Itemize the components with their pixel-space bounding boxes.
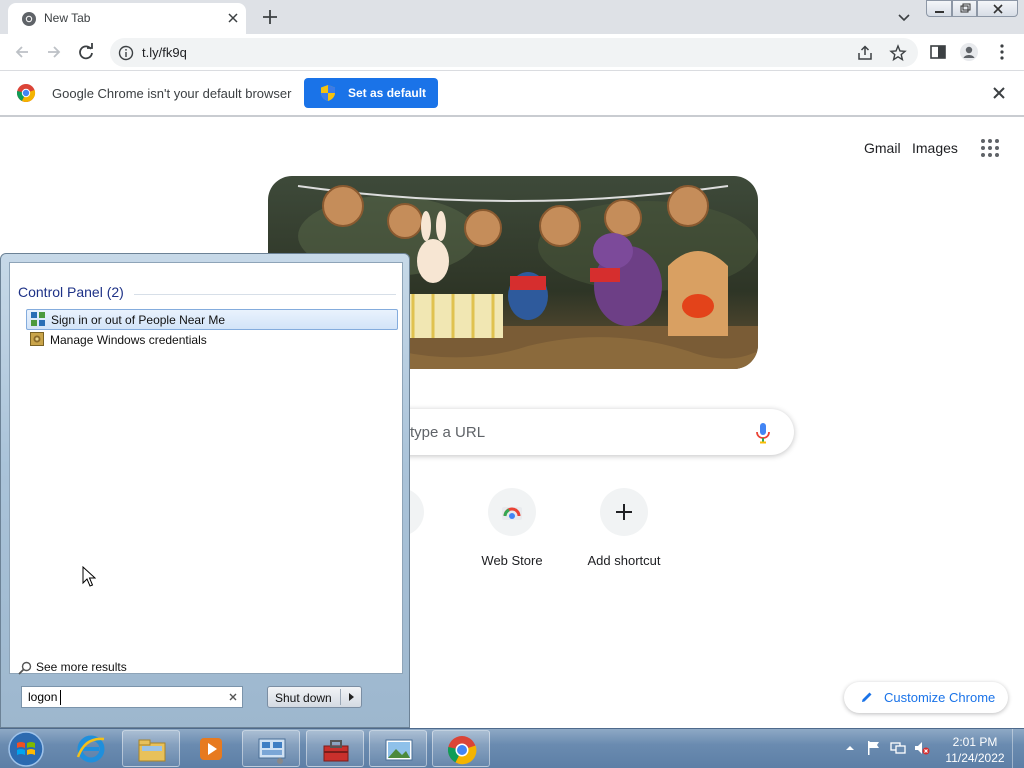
customize-chrome-button[interactable]: Customize Chrome (844, 682, 1008, 713)
chrome-menu-icon[interactable] (992, 42, 1012, 62)
volume-muted-icon[interactable] (914, 740, 930, 756)
media-player-icon (200, 738, 222, 760)
credential-manager-icon (30, 332, 44, 346)
tab-strip: New Tab (0, 0, 1024, 34)
search-input-value: logon (28, 690, 58, 704)
set-as-default-button[interactable]: Set as default (304, 78, 438, 108)
start-orb-icon[interactable] (6, 730, 46, 768)
google-apps-grid-icon[interactable] (980, 138, 1000, 158)
forward-arrow-icon[interactable] (44, 42, 64, 62)
show-desktop-button[interactable] (1012, 729, 1024, 768)
customize-chrome-label: Customize Chrome (884, 690, 996, 705)
web-store-icon (502, 507, 522, 520)
minimize-button[interactable] (926, 0, 952, 17)
group-divider (134, 294, 396, 295)
window-controls (926, 0, 1018, 18)
taskbar-google-chrome[interactable] (432, 730, 490, 767)
text-caret (60, 690, 61, 705)
shortcut-tile-web-store[interactable] (488, 488, 536, 536)
browser-toolbar: t.ly/fk9q (0, 34, 1024, 71)
show-hidden-icons-arrow-icon[interactable] (845, 743, 855, 753)
tab-new-tab[interactable]: New Tab (8, 3, 246, 34)
taskbar-internet-explorer[interactable] (62, 730, 120, 767)
action-center-flag-icon[interactable] (866, 740, 882, 756)
chrome-favicon-icon (22, 12, 36, 26)
taskbar-toolbox-app[interactable] (306, 730, 364, 767)
windows-taskbar: 2:01 PM 11/24/2022 (0, 728, 1024, 768)
start-menu-results-panel: Control Panel (2) Sign in or out of Peop… (9, 262, 403, 675)
clock-date[interactable]: 11/24/2022 (940, 751, 1010, 765)
reload-icon[interactable] (76, 42, 96, 62)
default-browser-infobar: Google Chrome isn't your default browser… (0, 71, 1024, 117)
pencil-icon (862, 692, 872, 702)
clock-time[interactable]: 2:01 PM (950, 735, 1000, 749)
picture-icon (385, 739, 413, 761)
bookmark-star-icon[interactable] (889, 44, 907, 62)
result-people-near-me[interactable]: Sign in or out of People Near Me (26, 309, 398, 330)
url-text[interactable]: t.ly/fk9q (142, 45, 187, 60)
search-magnifier-icon (18, 661, 32, 675)
folder-icon (138, 739, 166, 762)
start-menu: Control Panel (2) Sign in or out of Peop… (0, 253, 410, 728)
share-icon[interactable] (856, 44, 874, 62)
result-label: Sign in or out of People Near Me (51, 313, 226, 327)
chrome-logo-icon (16, 84, 36, 102)
close-window-icon (993, 4, 1003, 14)
profile-avatar-icon[interactable] (959, 42, 979, 62)
network-icon[interactable] (890, 740, 906, 756)
address-bar[interactable]: t.ly/fk9q (110, 38, 918, 67)
add-shortcut-label[interactable]: Add shortcut (568, 553, 680, 568)
internet-explorer-icon (76, 735, 105, 763)
shutdown-options-arrow-icon[interactable] (346, 692, 356, 702)
back-arrow-icon[interactable] (12, 42, 32, 62)
start-search-input[interactable]: logon (21, 686, 243, 708)
new-tab-plus-icon[interactable] (259, 6, 281, 28)
control-panel-icon (258, 738, 286, 764)
result-windows-credentials[interactable]: Manage Windows credentials (26, 330, 398, 351)
result-label: Manage Windows credentials (50, 333, 207, 347)
search-placeholder: type a URL (410, 424, 486, 441)
tab-close-icon[interactable] (224, 9, 242, 27)
tab-title: New Tab (44, 11, 91, 25)
site-info-icon[interactable] (118, 45, 134, 61)
taskbar-image-viewer[interactable] (369, 730, 427, 767)
close-window-button[interactable] (977, 0, 1018, 17)
restore-button[interactable] (952, 0, 977, 17)
voice-search-mic-icon[interactable] (755, 422, 771, 444)
taskbar-file-explorer[interactable] (122, 730, 180, 767)
side-panel-icon[interactable] (928, 42, 948, 62)
add-plus-icon (616, 504, 632, 520)
toolbox-icon (323, 740, 349, 762)
add-shortcut-tile[interactable] (600, 488, 648, 536)
shortcut-label-web-store[interactable]: Web Store (456, 553, 568, 568)
shut-down-label: Shut down (275, 691, 332, 705)
images-link[interactable]: Images (912, 140, 958, 156)
infobar-close-icon[interactable] (990, 84, 1008, 102)
minimize-icon (935, 11, 944, 13)
tab-search-chevron-icon[interactable] (895, 8, 913, 26)
shutdown-divider (340, 689, 341, 705)
shut-down-button[interactable]: Shut down (267, 686, 362, 708)
control-panel-group-header[interactable]: Control Panel (2) (18, 284, 124, 300)
uac-shield-icon (321, 85, 335, 101)
taskbar-media-player[interactable] (182, 730, 240, 767)
infobar-message: Google Chrome isn't your default browser (52, 86, 292, 101)
set-as-default-label: Set as default (348, 86, 427, 100)
people-near-me-icon (31, 312, 45, 326)
restore-icon (960, 3, 971, 13)
taskbar-control-panel[interactable] (242, 730, 300, 767)
chrome-taskbar-icon (447, 736, 477, 765)
see-more-results-link[interactable]: See more results (36, 660, 127, 674)
mouse-pointer-icon (82, 566, 96, 587)
clear-search-icon[interactable] (226, 690, 240, 704)
gmail-link[interactable]: Gmail (864, 140, 901, 156)
